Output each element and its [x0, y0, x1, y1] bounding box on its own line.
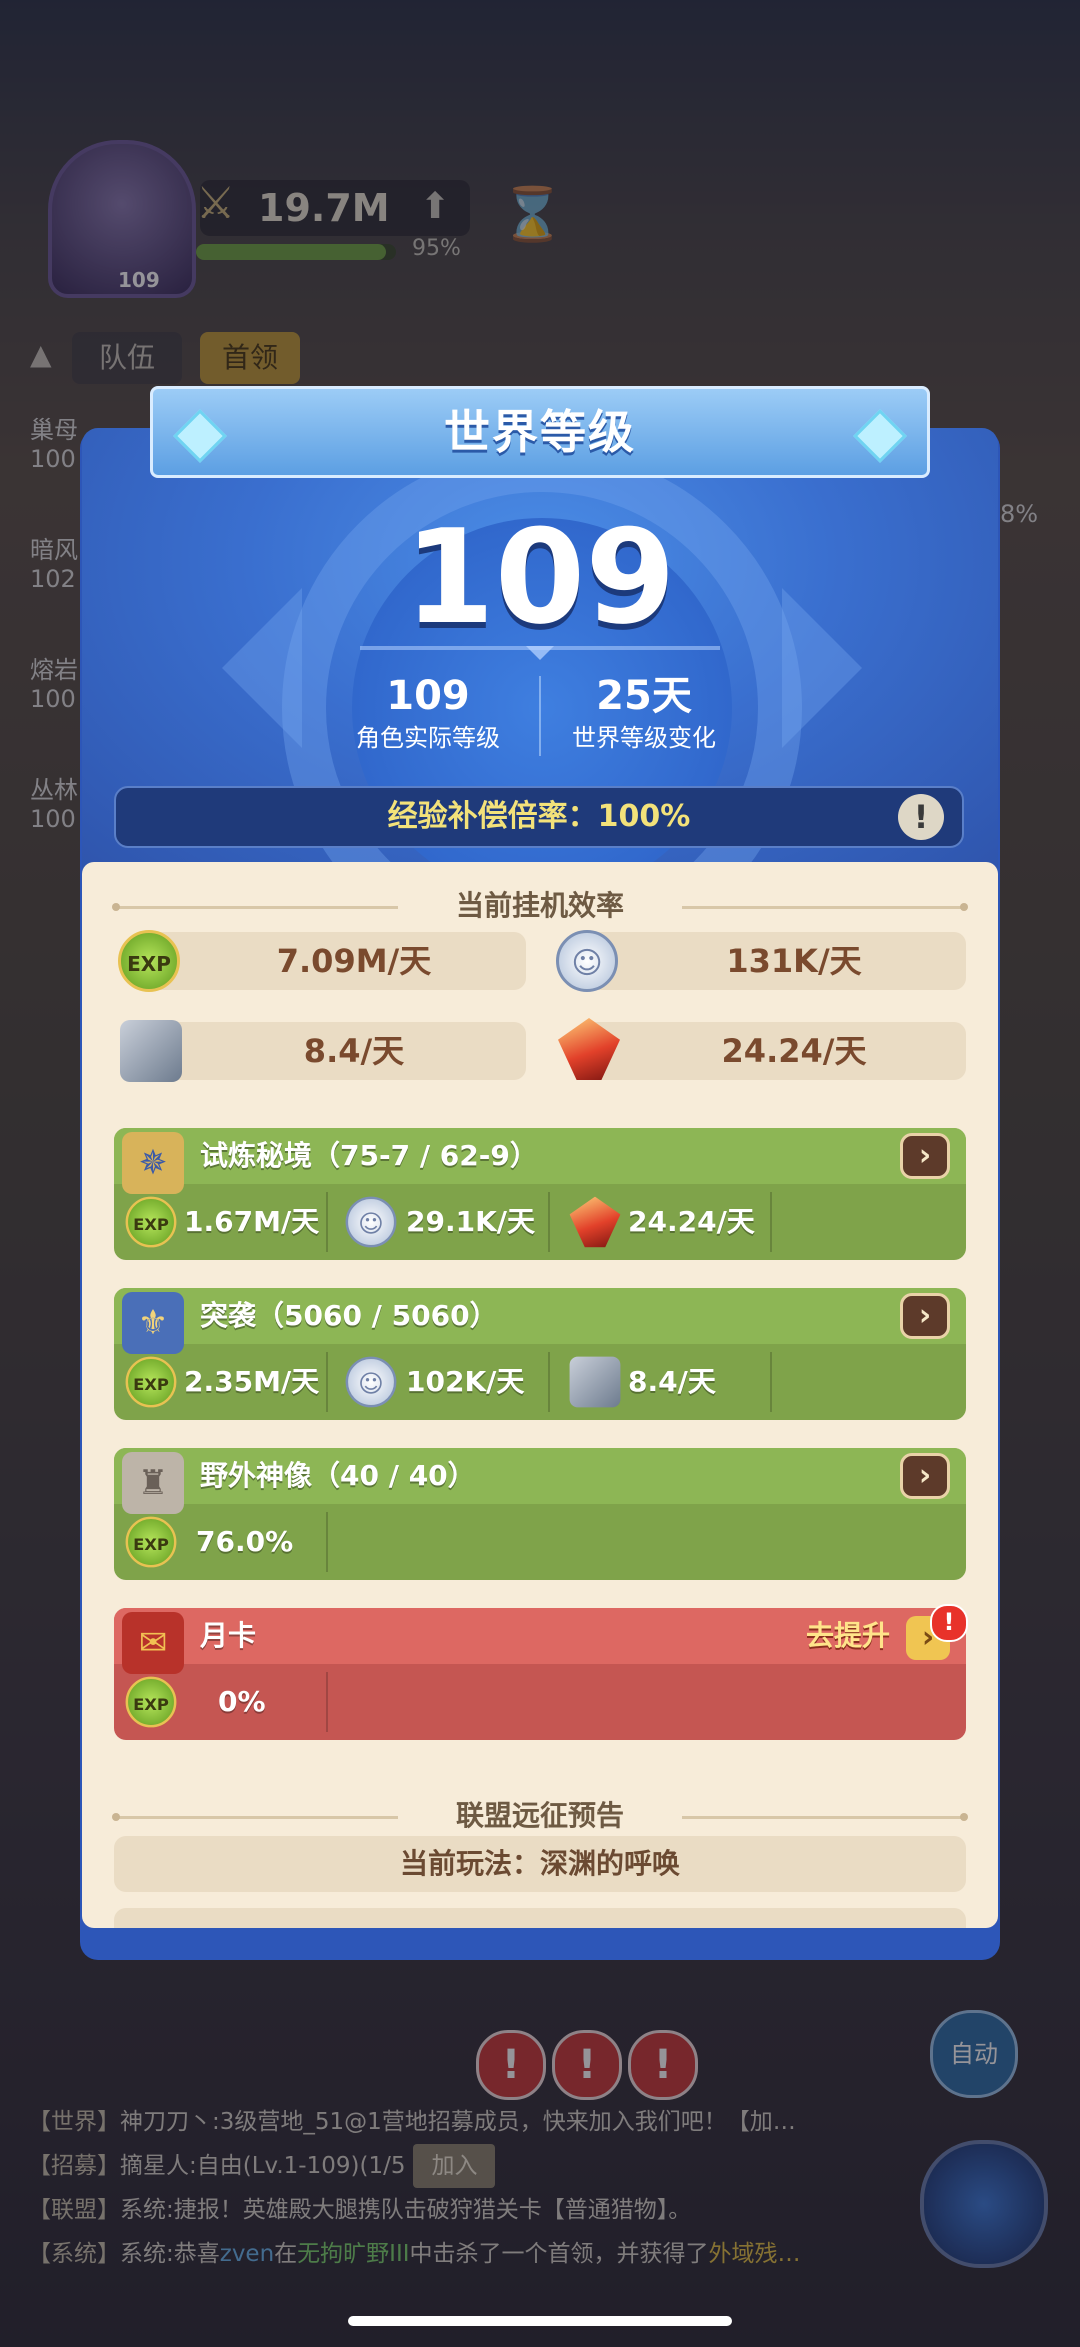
card-body: EXP 76.0%: [114, 1504, 966, 1580]
trial-realm-go-button[interactable]: ›: [900, 1133, 950, 1179]
exp-cell: EXP 76.0%: [114, 1504, 324, 1580]
cell-separator: [326, 1352, 328, 1412]
cell-separator: [548, 1192, 550, 1252]
exp-icon: EXP: [125, 1196, 177, 1248]
alert-badge-icon: !: [930, 1604, 968, 1642]
next-row-partial: [114, 1908, 966, 1928]
upgrade-label[interactable]: 去提升: [806, 1608, 890, 1664]
section-dot: [960, 1813, 968, 1821]
modal-title: 世界等级: [444, 405, 636, 459]
coin-icon: ☺: [556, 930, 618, 992]
exp-compensation-text: 经验补偿倍率：100%: [387, 799, 691, 834]
coin-icon: ☺: [345, 1356, 397, 1408]
exp-cell: EXP 1.67M/天: [114, 1184, 324, 1260]
card-body: EXP 1.67M/天 ☺ 29.1K/天 24.24/天: [114, 1184, 966, 1260]
trial-realm-title: 试炼秘境（75-7 / 62-9）: [200, 1139, 538, 1172]
level-change-value: 25天: [596, 673, 692, 719]
cell-separator: [770, 1192, 772, 1252]
crystal-rate-value: 24.24/天: [721, 1032, 867, 1070]
section-divider: [682, 906, 962, 909]
raid-go-button[interactable]: ›: [900, 1293, 950, 1339]
efficiency-title: 当前挂机效率: [455, 889, 624, 922]
stone-cell: 8.4/天: [558, 1344, 768, 1420]
actual-level-stat: 109 角色实际等级: [318, 672, 538, 756]
exp-icon: EXP: [125, 1516, 177, 1568]
stone-value: 8.4/天: [628, 1365, 716, 1398]
cell-separator: [548, 1352, 550, 1412]
cell-separator: [326, 1512, 328, 1572]
exp-icon: EXP: [118, 930, 180, 992]
section-divider: [682, 1816, 962, 1819]
exp-rate-value: 7.09M/天: [276, 942, 432, 980]
home-indicator[interactable]: [348, 2316, 732, 2326]
exp-cell: EXP 2.35M/天: [114, 1344, 324, 1420]
actual-level-value: 109: [386, 673, 470, 719]
wild-statue-go-button[interactable]: ›: [900, 1453, 950, 1499]
efficiency-panel[interactable]: 当前挂机效率 EXP 7.09M/天 ☺ 131K/天 8.4/天 24.24/…: [82, 862, 998, 1928]
level-change-label: 世界等级变化: [572, 724, 716, 752]
crystal-cell: 24.24/天: [558, 1184, 768, 1260]
coin-value: 102K/天: [406, 1365, 525, 1398]
cell-separator: [326, 1672, 328, 1732]
raid-title: 突袭（5060 / 5060）: [200, 1299, 498, 1332]
actual-level-label: 角色实际等级: [356, 724, 500, 752]
current-mode-bar: 当前玩法：深渊的呼唤: [114, 1836, 966, 1892]
raid-card[interactable]: ⚜ 突袭（5060 / 5060） › EXP 2.35M/天 ☺ 102K/天…: [114, 1288, 966, 1420]
exp-cell: EXP 0%: [114, 1664, 324, 1740]
title-banner: 世界等级: [150, 386, 930, 478]
section-dot: [960, 903, 968, 911]
trial-realm-card[interactable]: ✵ 试炼秘境（75-7 / 62-9） › EXP 1.67M/天 ☺ 29.1…: [114, 1128, 966, 1260]
crystal-icon: [569, 1196, 621, 1248]
world-level-value: 109: [404, 501, 676, 653]
monthly-card[interactable]: ✉ 月卡 去提升 › ! EXP 0%: [114, 1604, 968, 1740]
coin-cell: ☺ 102K/天: [336, 1344, 546, 1420]
stone-icon: [569, 1356, 621, 1408]
wild-statue-title: 野外神像（40 / 40）: [200, 1459, 476, 1492]
stone-icon: [120, 1020, 182, 1082]
divider-marker: [526, 646, 554, 660]
stone-rate-value: 8.4/天: [303, 1032, 405, 1070]
card-body: EXP 2.35M/天 ☺ 102K/天 8.4/天: [114, 1344, 966, 1420]
exp-value: 1.67M/天: [184, 1205, 320, 1238]
exp-icon: EXP: [125, 1676, 177, 1728]
monthly-card-title: 月卡: [200, 1619, 257, 1652]
cell-separator: [326, 1192, 328, 1252]
exp-compensation-bar: 经验补偿倍率：100% !: [114, 786, 964, 848]
exp-value: 76.0%: [196, 1525, 294, 1558]
cell-separator: [770, 1352, 772, 1412]
info-icon[interactable]: !: [898, 794, 944, 840]
exp-icon: EXP: [125, 1356, 177, 1408]
exp-value: 0%: [218, 1685, 266, 1718]
coin-value: 29.1K/天: [406, 1205, 536, 1238]
level-change-stat: 25天 世界等级变化: [534, 672, 754, 756]
coin-icon: ☺: [345, 1196, 397, 1248]
coin-rate-value: 131K/天: [726, 942, 862, 980]
card-body: EXP 0%: [114, 1664, 966, 1740]
exp-value: 2.35M/天: [184, 1365, 320, 1398]
coin-cell: ☺ 29.1K/天: [336, 1184, 546, 1260]
alliance-title: 联盟远征预告: [455, 1799, 624, 1832]
wild-statue-card[interactable]: ♜ 野外神像（40 / 40） › EXP 76.0%: [114, 1448, 966, 1580]
crystal-value: 24.24/天: [628, 1205, 755, 1238]
